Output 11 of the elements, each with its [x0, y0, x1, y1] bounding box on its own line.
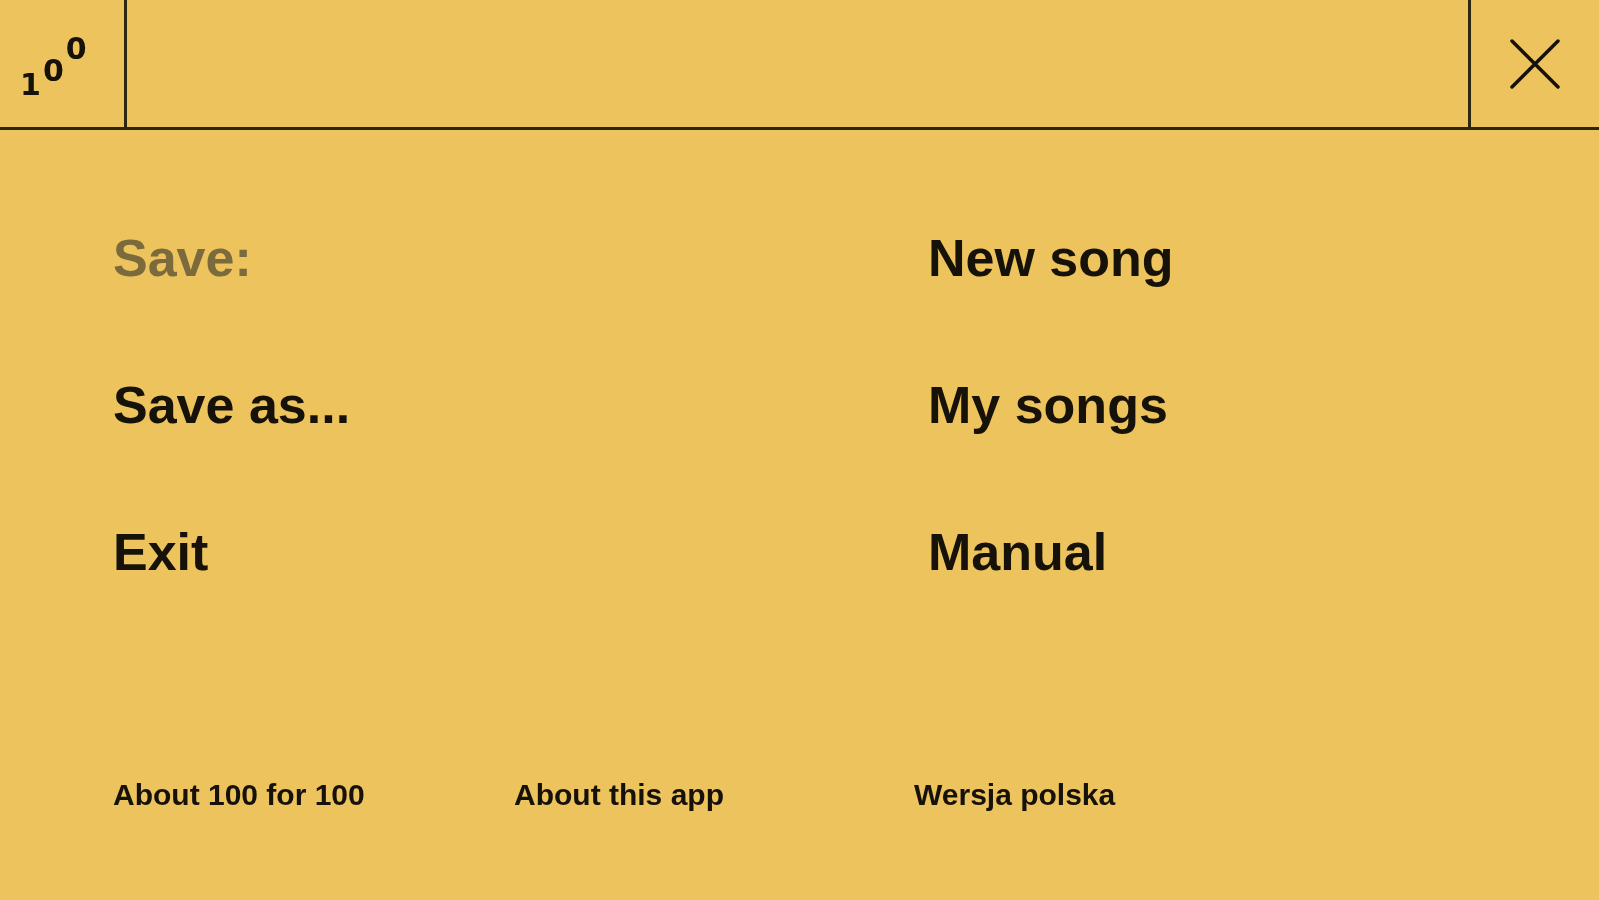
footer-link[interactable]: Wersja polska [914, 778, 1116, 812]
menu-item[interactable]: Save as... [113, 375, 351, 435]
close-button[interactable] [1510, 38, 1560, 89]
menu-item[interactable]: New song [928, 228, 1174, 288]
footer-link[interactable]: About 100 for 100 [113, 778, 365, 812]
close-icon [1510, 38, 1560, 89]
menu-item[interactable]: My songs [928, 375, 1168, 435]
footer-link[interactable]: About this app [514, 778, 724, 812]
menu-item[interactable]: Exit [113, 522, 209, 582]
logo: 100 [20, 33, 89, 97]
menu-item[interactable]: Manual [928, 522, 1108, 582]
